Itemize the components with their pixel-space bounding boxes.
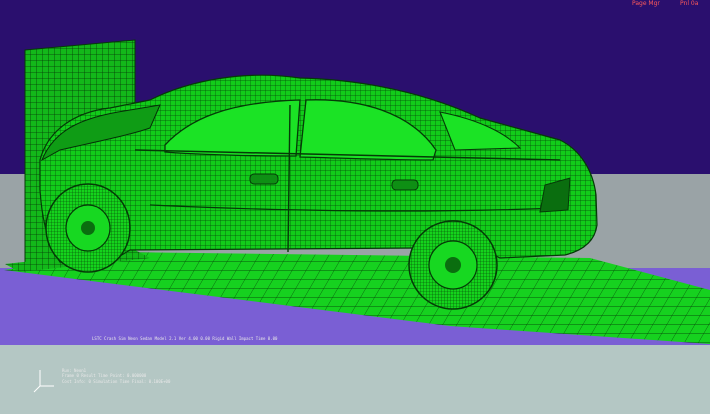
viewer-label-right: Pnl 0a xyxy=(680,0,699,7)
state-info-line-3: Cost Info: 0 Simulation Time Final: 0.10… xyxy=(62,379,171,384)
state-info-line-2: Frame 0 Result Time Point: 0.000000 xyxy=(62,373,147,378)
rear-door-handle xyxy=(391,179,419,191)
viewer-label-left: Page Mgr xyxy=(632,0,660,7)
model-info-line: LSTC Crash Sim Neon Sedan Model 2.1 Ver … xyxy=(92,336,278,341)
fe-viewport[interactable]: Page Mgr Pnl 0a LSTC Crash Sim Neon Seda… xyxy=(0,0,710,414)
front-wheel xyxy=(45,183,131,273)
front-door-handle xyxy=(249,173,279,185)
crash-scene xyxy=(0,0,710,414)
rear-wheel xyxy=(408,220,498,310)
